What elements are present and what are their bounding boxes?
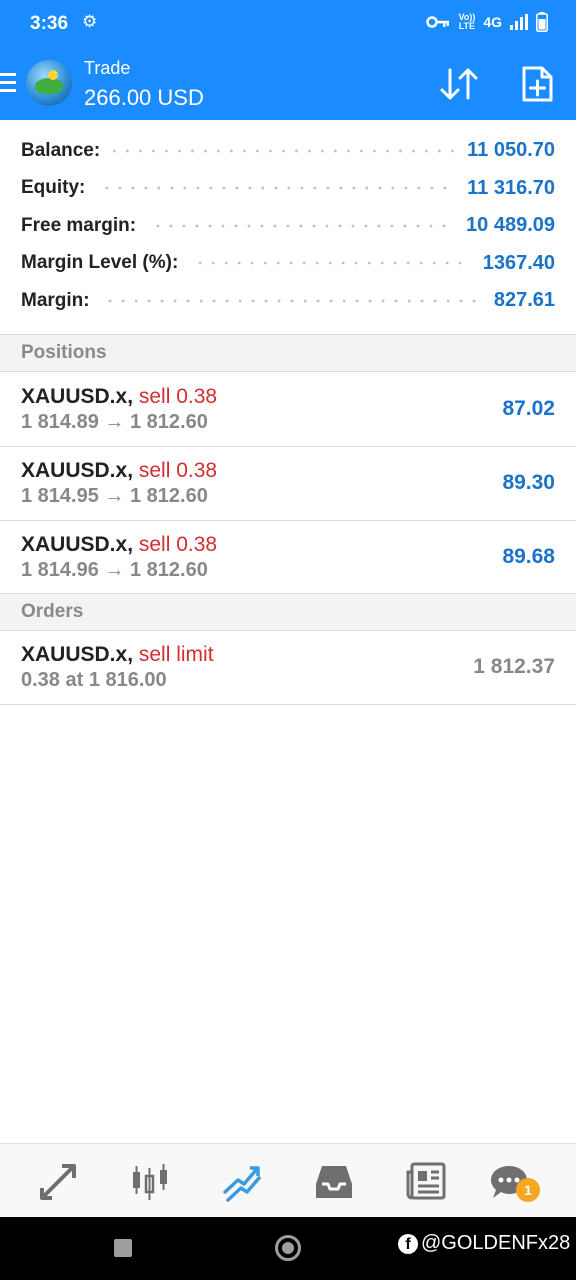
messages-badge: 1 [516, 1178, 540, 1202]
balance-row: Balance: 11 050.70 [0, 132, 576, 170]
header-title: Trade [84, 58, 131, 78]
position-profit: 87.02 [502, 397, 555, 420]
position-type: sell 0.38 [138, 459, 218, 482]
volte-icon: Vo)) LTE [458, 12, 476, 31]
equity-label: Equity: [21, 177, 86, 199]
watermark: f @GOLDENFx28 [398, 1232, 570, 1255]
position-symbol: XAUUSD.x, [21, 385, 134, 408]
chart-tab-icon[interactable] [130, 1162, 170, 1202]
position-type: sell 0.38 [138, 533, 218, 556]
balance-label: Balance: [21, 139, 101, 161]
position-row[interactable]: XAUUSD.x, sell 0.38 1 814.89 → 1 812.60 … [0, 373, 576, 447]
trade-tab-icon[interactable] [222, 1162, 262, 1202]
key-icon [426, 16, 450, 28]
header-profit: 266.00 USD [84, 85, 204, 110]
position-prices: 1 814.96 → 1 812.60 [21, 559, 208, 581]
orders-header: Orders [0, 593, 576, 631]
position-prices: 1 814.89 → 1 812.60 [21, 411, 208, 433]
signal-icon [510, 14, 528, 30]
margin-level-label: Margin Level (%): [21, 252, 179, 274]
equity-value: 11 316.70 [467, 176, 555, 199]
position-row[interactable]: XAUUSD.x, sell 0.38 1 814.96 → 1 812.60 … [0, 521, 576, 595]
position-profit: 89.68 [502, 545, 555, 568]
battery-icon [536, 12, 548, 32]
new-order-icon[interactable] [520, 66, 554, 102]
dotted-leader [97, 186, 456, 191]
order-price: 1 812.37 [473, 655, 555, 678]
dotted-leader [112, 148, 456, 153]
balance-value: 11 050.70 [467, 139, 555, 162]
history-tab-icon[interactable] [314, 1162, 354, 1202]
dotted-leader [148, 223, 455, 228]
order-type: sell limit [138, 643, 214, 666]
positions-header: Positions [0, 334, 576, 372]
position-profit: 89.30 [502, 471, 555, 494]
free-margin-row: Free margin: 10 489.09 [0, 207, 576, 245]
status-time: 3:36 [30, 13, 69, 34]
watermark-text: @GOLDENFx28 [421, 1232, 571, 1254]
network-type: 4G [483, 14, 502, 30]
quotes-tab-icon[interactable] [38, 1162, 78, 1202]
account-summary: Balance: 11 050.70 Equity: 11 316.70 Fre… [0, 132, 576, 320]
position-symbol: XAUUSD.x, [21, 459, 134, 482]
news-tab-icon[interactable] [406, 1162, 446, 1202]
status-icons: Vo)) LTE 4G [426, 12, 548, 32]
position-row[interactable]: XAUUSD.x, sell 0.38 1 814.95 → 1 812.60 … [0, 447, 576, 521]
free-margin-label: Free margin: [21, 214, 137, 236]
menu-icon[interactable] [0, 73, 16, 95]
metatrader-logo [26, 60, 72, 106]
margin-value: 827.61 [493, 289, 555, 312]
bottom-tab-bar [0, 1143, 576, 1217]
margin-label: Margin: [21, 289, 90, 311]
margin-row: Margin: 827.61 [0, 282, 576, 320]
settings-status-icon: ⚙ [82, 12, 98, 31]
margin-level-value: 1367.40 [482, 251, 555, 274]
recents-button[interactable] [114, 1239, 132, 1257]
sort-icon[interactable] [438, 66, 480, 102]
order-detail: 0.38 at 1 816.00 [21, 669, 167, 691]
dotted-leader [190, 261, 471, 266]
order-row[interactable]: XAUUSD.x, sell limit 0.38 at 1 816.00 1 … [0, 631, 576, 705]
app-header: 3:36 ⚙ Vo)) LTE 4G Trade 266.00 USD [0, 0, 576, 120]
facebook-icon: f [398, 1233, 418, 1254]
free-margin-value: 10 489.09 [466, 214, 555, 237]
position-type: sell 0.38 [138, 385, 218, 408]
equity-row: Equity: 11 316.70 [0, 170, 576, 208]
position-symbol: XAUUSD.x, [21, 533, 134, 556]
dotted-leader [101, 298, 482, 303]
position-prices: 1 814.95 → 1 812.60 [21, 485, 208, 507]
home-button[interactable] [275, 1235, 301, 1261]
order-symbol: XAUUSD.x, [21, 643, 134, 666]
margin-level-row: Margin Level (%): 1367.40 [0, 245, 576, 283]
